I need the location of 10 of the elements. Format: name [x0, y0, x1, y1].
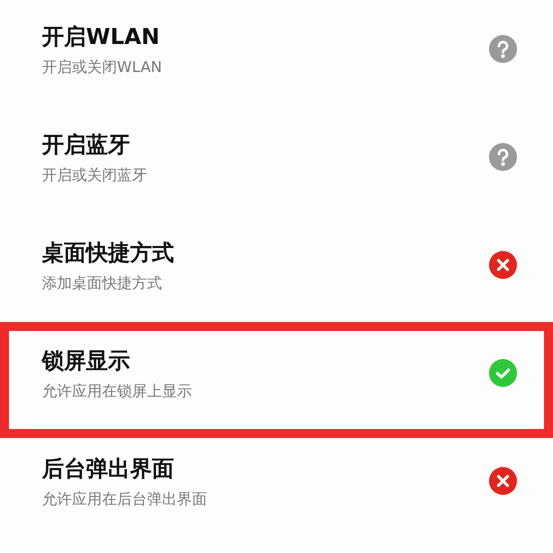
- permission-title: 桌面快捷方式: [42, 240, 174, 268]
- permission-description: 允许应用在锁屏上显示: [42, 382, 192, 400]
- permission-title: 后台弹出界面: [42, 456, 175, 484]
- permission-description: 添加桌面快捷方式: [42, 274, 163, 292]
- permission-description: 允许应用在后台弹出界面: [42, 490, 207, 508]
- permission-title: 开启蓝牙: [42, 132, 131, 160]
- permission-description: 开启或关闭WLAN: [42, 58, 162, 76]
- permission-title: 锁屏显示: [42, 348, 131, 376]
- permission-description: 开启或关闭蓝牙: [42, 166, 147, 184]
- permission-title: 开启WLAN: [42, 24, 161, 52]
